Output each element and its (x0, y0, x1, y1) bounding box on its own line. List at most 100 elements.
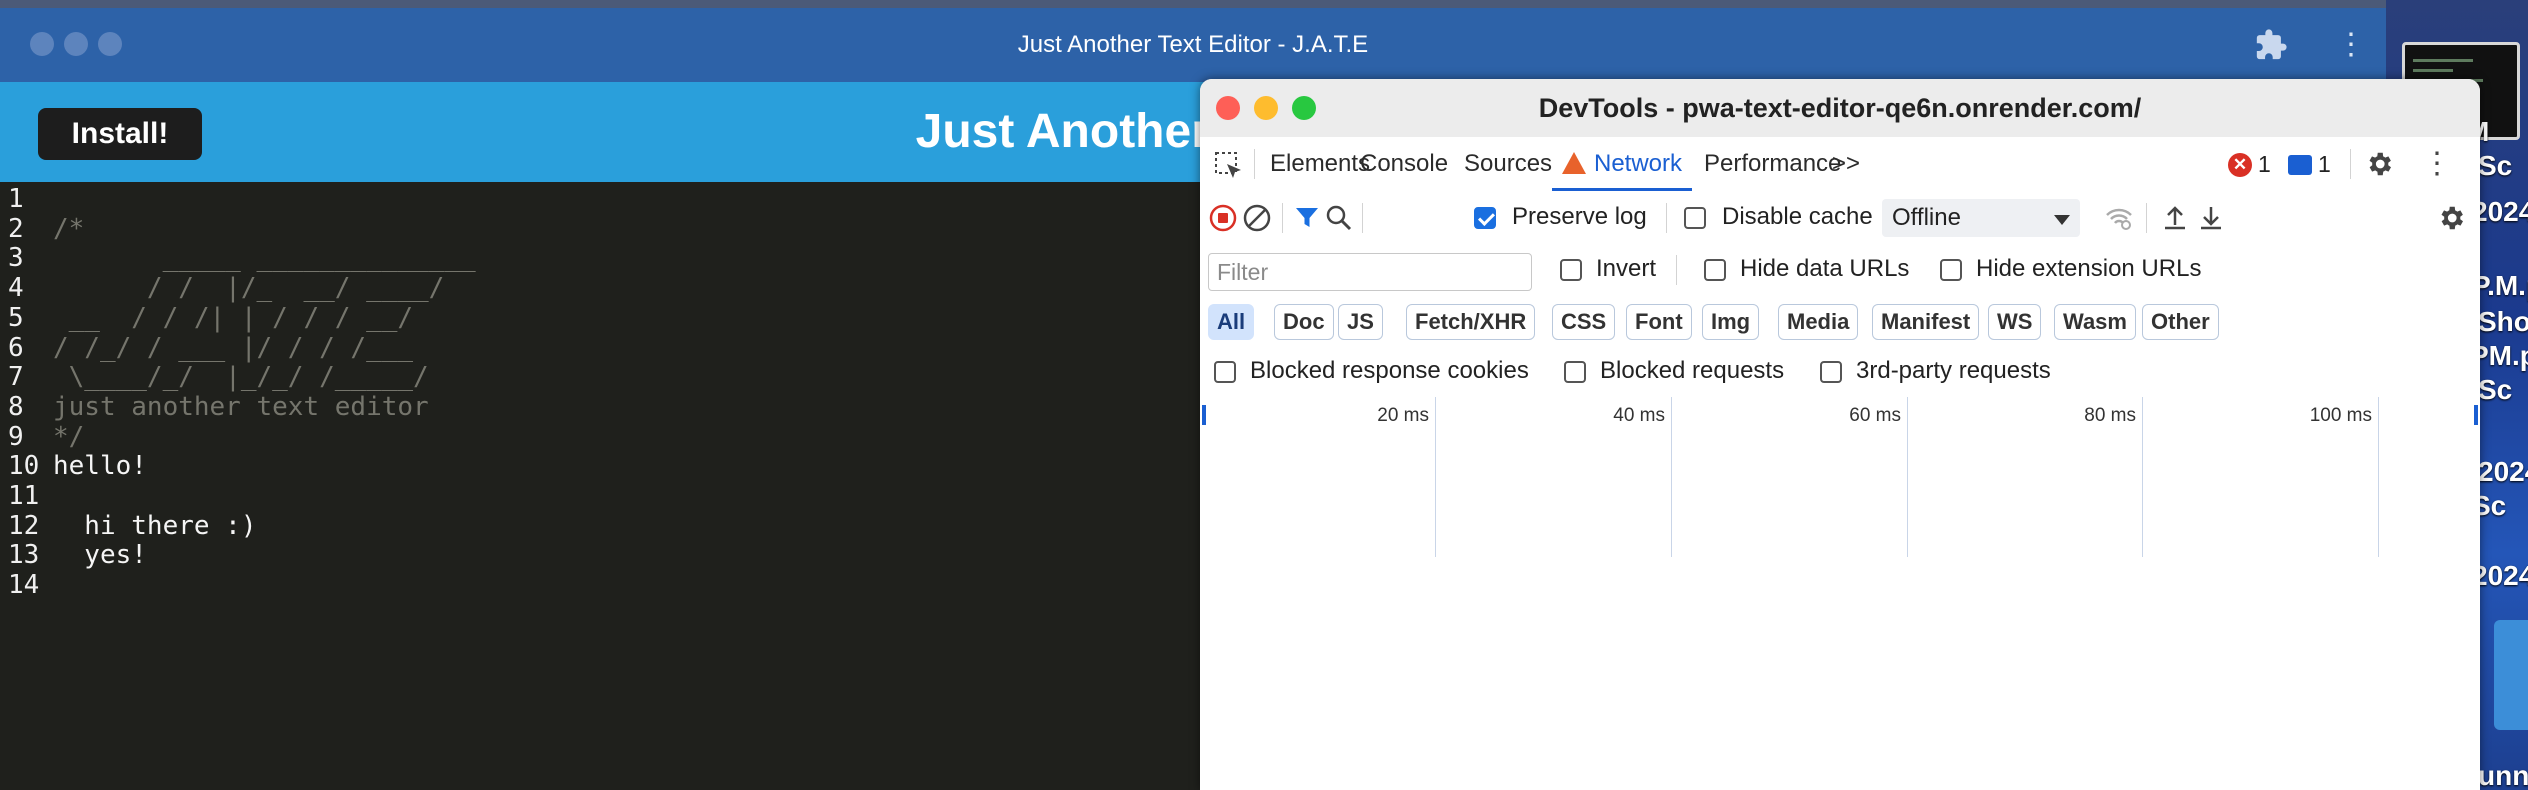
blocked-requests-checkbox[interactable] (1564, 361, 1586, 383)
tab-network[interactable]: Network (1552, 137, 1693, 191)
timeline-gridline (1907, 397, 1908, 557)
line-text: hi there :) (53, 510, 257, 541)
disable-cache-checkbox[interactable] (1684, 207, 1706, 229)
line-number: 8 (8, 391, 24, 422)
desktop-file-label[interactable]: 2024 (2478, 456, 2528, 488)
warning-icon (1562, 152, 1586, 174)
line-text: /* (53, 213, 85, 244)
desktop-file-label[interactable]: P.M.p (2472, 270, 2528, 302)
line-text: yes! (53, 540, 147, 571)
tab-console[interactable]: Console (1360, 137, 1448, 191)
type-filter-ws[interactable]: WS (1988, 304, 2042, 340)
import-har-upload-icon[interactable] (2160, 203, 2190, 233)
desktop-file-label[interactable]: 2024 (2472, 196, 2528, 228)
tab-performance[interactable]: Performance (1704, 137, 1841, 191)
blocked-requests-label: Blocked requests (1600, 357, 1785, 384)
more-tabs-icon[interactable]: >> (1832, 137, 1860, 191)
record-stop-icon[interactable] (1208, 203, 1238, 233)
network-settings-gear-icon[interactable] (2436, 203, 2466, 233)
devtools-titlebar: DevTools - pwa-text-editor-qe6n.onrender… (1200, 79, 2480, 138)
message-count[interactable]: 1 (2318, 137, 2331, 191)
timeline-gridline (1435, 397, 1436, 557)
tab-sources[interactable]: Sources (1464, 137, 1552, 191)
settings-gear-icon[interactable] (2364, 149, 2394, 179)
desktop-folder-icon[interactable] (2494, 620, 2528, 730)
line-text: just another text editor (53, 391, 429, 422)
throttling-value: Offline (1892, 204, 1961, 231)
browser-menu-icon[interactable]: ⋮ (2336, 28, 2366, 62)
resource-type-filter-bar: All Doc JS Fetch/XHR CSS Font Img Media Manifest… (1200, 297, 2480, 347)
timeline-right-handle[interactable] (2474, 405, 2478, 425)
line-number: 13 (8, 540, 40, 571)
line-number: 7 (8, 362, 24, 393)
export-har-download-icon[interactable] (2196, 203, 2226, 233)
browser-titlebar: Just Another Text Editor - J.A.T.E ⋮ (0, 8, 2386, 82)
timeline-tick-label: 100 ms (2309, 405, 2372, 426)
type-filter-media[interactable]: Media (1778, 304, 1859, 340)
desktop-file-label[interactable]: unny (2478, 760, 2528, 790)
timeline-gridline (1671, 397, 1672, 557)
type-filter-fetch-xhr[interactable]: Fetch/XHR (1406, 304, 1536, 340)
desktop-file-label[interactable]: Sc (2478, 150, 2512, 182)
hide-extension-urls-label: Hide extension URLs (1976, 255, 2202, 282)
chevron-down-icon (2054, 215, 2070, 225)
type-filter-all[interactable]: All (1208, 304, 1255, 340)
type-filter-font[interactable]: Font (1626, 304, 1692, 340)
filter-input[interactable]: Filter (1208, 253, 1532, 291)
code-editor[interactable]: 1 2 /* 3 _____ ______________ 4 / / |/_ __/ … (0, 182, 1200, 790)
line-number: 2 (8, 213, 24, 244)
timeline-tick-label: 80 ms (2084, 405, 2136, 426)
throttling-select[interactable]: Offline (1882, 199, 2080, 237)
disable-cache-label: Disable cache (1722, 203, 1873, 230)
hide-data-urls-checkbox[interactable] (1704, 259, 1726, 281)
clear-icon[interactable] (1242, 203, 1272, 233)
line-number: 9 (8, 421, 24, 452)
line-number: 1 (8, 184, 24, 214)
type-filter-css[interactable]: CSS (1552, 304, 1616, 340)
line-text: / / |/_ __/ ____/ (53, 273, 445, 304)
type-filter-doc[interactable]: Doc (1274, 304, 1334, 340)
desktop-file-label[interactable]: Sc (2478, 374, 2512, 406)
timeline-gridline (2142, 397, 2143, 557)
timeline-tick-label: 60 ms (1849, 405, 1901, 426)
error-count[interactable]: 1 (2258, 137, 2271, 191)
desktop-file-label[interactable]: Shop (2478, 306, 2528, 338)
error-icon[interactable]: ✕ (2228, 153, 2252, 177)
devtools-menu-icon[interactable]: ⋮ (2422, 149, 2452, 179)
timeline-left-handle[interactable] (1202, 405, 1206, 425)
window-title: Just Another Text Editor - J.A.T.E (1017, 31, 1369, 58)
type-filter-js[interactable]: JS (1338, 304, 1383, 340)
line-number: 6 (8, 332, 24, 363)
network-toolbar: Preserve log Disable cache Offline (1200, 191, 2480, 246)
message-icon[interactable] (2288, 155, 2312, 175)
blocked-response-cookies-checkbox[interactable] (1214, 361, 1236, 383)
request-list-empty-area (1200, 557, 2480, 790)
desktop-file-label[interactable]: 2024 (2472, 560, 2528, 592)
search-icon[interactable] (1324, 203, 1354, 233)
line-text: \____/_/ |_/_/ /_____/ (53, 362, 429, 393)
network-overview-timeline[interactable]: 20 ms 40 ms 60 ms 80 ms 100 ms (1200, 397, 2480, 559)
invert-checkbox[interactable] (1560, 259, 1582, 281)
hide-extension-urls-checkbox[interactable] (1940, 259, 1962, 281)
line-number: 14 (8, 570, 40, 601)
type-filter-other[interactable]: Other (2142, 304, 2219, 340)
tab-elements[interactable]: Elements (1270, 137, 1370, 191)
timeline-tick-label: 40 ms (1613, 405, 1665, 426)
network-conditions-wifi-icon[interactable] (2104, 203, 2134, 233)
line-number: 3 (8, 243, 24, 274)
extensions-puzzle-icon[interactable] (2254, 28, 2288, 62)
third-party-requests-checkbox[interactable] (1820, 361, 1842, 383)
line-number: 5 (8, 302, 24, 333)
filter-funnel-icon[interactable] (1292, 203, 1322, 233)
type-filter-manifest[interactable]: Manifest (1872, 304, 1980, 340)
inspect-element-icon[interactable] (1214, 151, 1244, 181)
type-filter-wasm[interactable]: Wasm (2054, 304, 2136, 340)
line-text: hello! (53, 451, 147, 482)
line-number: 4 (8, 273, 24, 304)
line-number: 10 (8, 451, 40, 482)
devtools-title: DevTools - pwa-text-editor-qe6n.onrender… (1538, 93, 2142, 123)
devtools-tab-bar: Elements Console Sources Network Perform… (1200, 137, 2480, 192)
line-number: 11 (8, 481, 40, 511)
preserve-log-checkbox[interactable] (1474, 207, 1496, 229)
type-filter-img[interactable]: Img (1702, 304, 1760, 340)
